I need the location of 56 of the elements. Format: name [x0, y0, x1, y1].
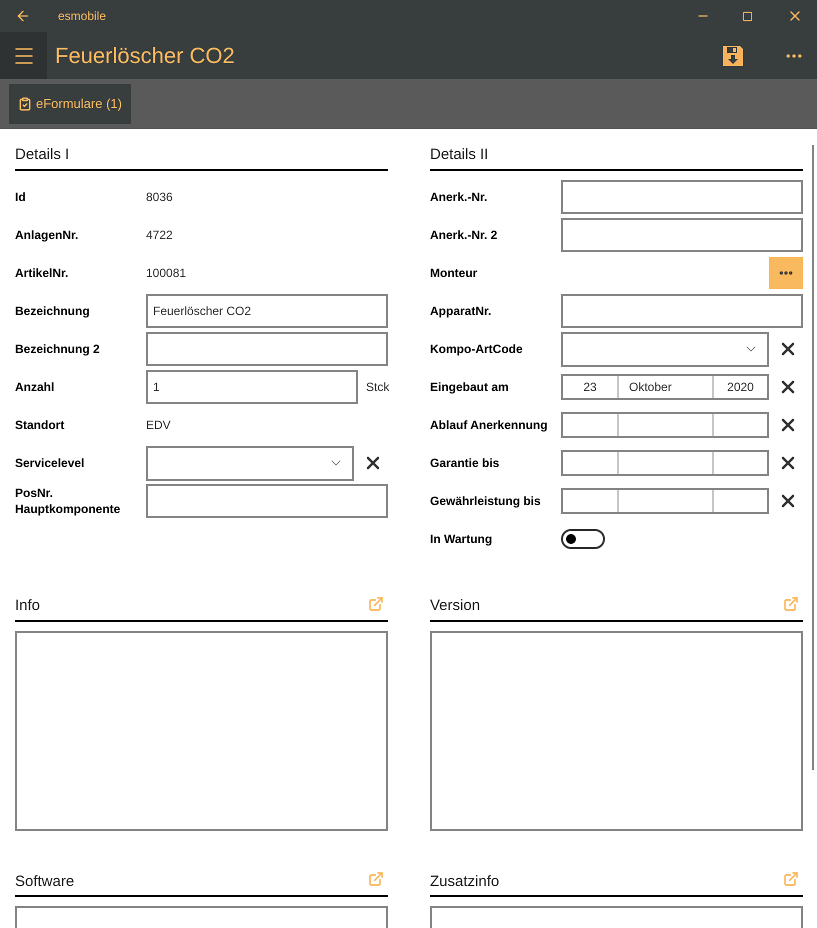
dropdown[interactable]: [561, 332, 769, 366]
input-field[interactable]: [146, 332, 388, 366]
text-area[interactable]: [430, 630, 803, 830]
back-icon[interactable]: [15, 8, 31, 24]
page-title: Feuerlöscher CO2: [55, 42, 235, 70]
open-external-icon[interactable]: [783, 596, 799, 612]
save-icon[interactable]: [722, 44, 744, 66]
field-label: Monteur: [430, 265, 478, 281]
field-label: Ablauf Anerkennung: [430, 417, 549, 433]
field-label: Eingebaut am: [430, 379, 510, 395]
field-value: 100081: [146, 265, 186, 282]
input-field[interactable]: [561, 218, 803, 252]
field-value: EDV: [146, 417, 171, 434]
field-label: Standort: [15, 417, 66, 433]
field-label: Id: [15, 189, 27, 205]
menu-button[interactable]: [0, 32, 47, 79]
field-label: PosNr. Hauptkomponente: [15, 485, 122, 517]
field-label: Anzahl: [15, 379, 56, 395]
field-label: Kompo-ArtCode: [430, 341, 524, 357]
section-heading: Details I: [15, 146, 70, 163]
unit-label: Stck: [366, 379, 390, 396]
field-label: In Wartung: [430, 531, 494, 547]
section-heading: Software: [15, 872, 74, 892]
field-label: Gewährleistung bis: [430, 493, 542, 509]
field-label: Bezeichnung 2: [15, 341, 101, 357]
field-label: Bezeichnung: [15, 303, 91, 319]
field-label: ApparatNr.: [430, 303, 492, 319]
field-label: AnlagenNr.: [15, 227, 80, 243]
text-area[interactable]: [15, 630, 388, 830]
input-field[interactable]: [146, 484, 388, 518]
app-name: esmobile: [58, 8, 106, 25]
section-heading: Version: [430, 596, 480, 616]
field-label: Anerk.-Nr.: [430, 189, 488, 205]
maximize-icon[interactable]: [742, 10, 753, 22]
section-heading: Details II: [430, 146, 488, 163]
input-field[interactable]: Feuerlöscher CO2: [146, 294, 388, 328]
field-label: Anerk.-Nr. 2: [430, 227, 498, 243]
open-external-icon[interactable]: [783, 871, 799, 887]
input-field[interactable]: [561, 294, 803, 328]
field-value: 4722: [146, 227, 173, 244]
more-button[interactable]: [769, 257, 803, 289]
clipboard-check-icon: [18, 97, 32, 111]
eformulare-button[interactable]: eFormulare (1): [9, 84, 131, 124]
input-field[interactable]: [561, 180, 803, 214]
section-heading: Zusatzinfo: [430, 872, 500, 892]
section-heading: Info: [15, 596, 40, 616]
field-label: Servicelevel: [15, 455, 86, 471]
input-field[interactable]: 1: [146, 370, 358, 404]
open-external-icon[interactable]: [368, 596, 384, 612]
open-external-icon[interactable]: [368, 871, 384, 887]
scrollbar[interactable]: [812, 145, 814, 770]
dropdown[interactable]: [146, 446, 354, 480]
toggle-switch[interactable]: [561, 529, 605, 549]
field-label: ArtikelNr.: [15, 265, 70, 281]
field-value: 8036: [146, 189, 173, 206]
field-label: Garantie bis: [430, 455, 500, 471]
